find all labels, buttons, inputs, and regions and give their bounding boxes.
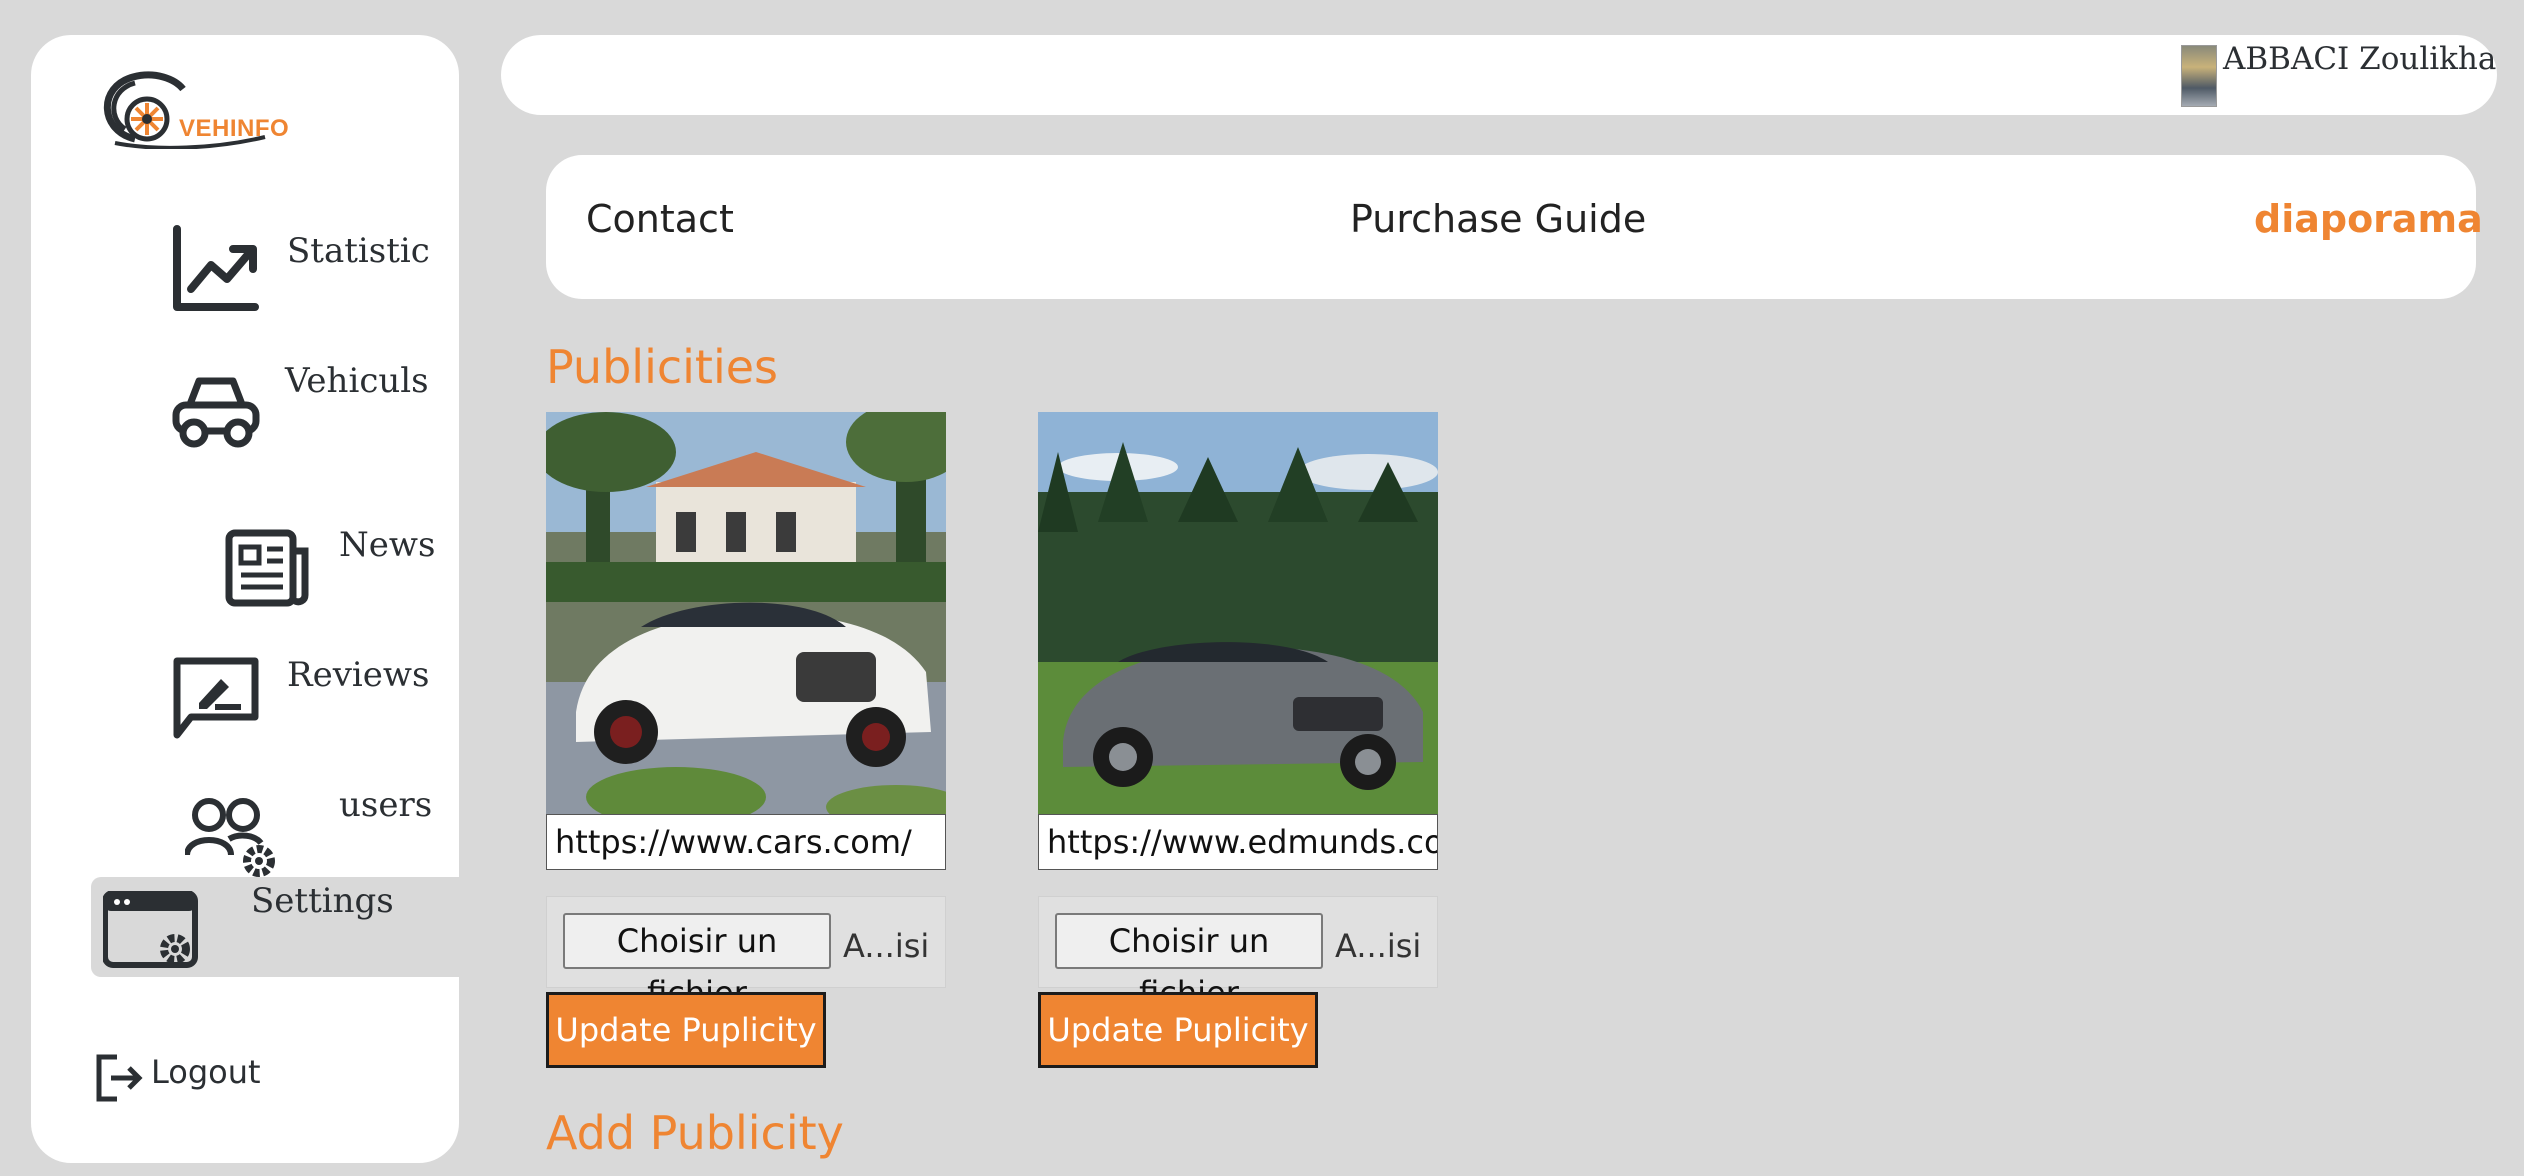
browser-settings-icon bbox=[103, 891, 198, 968]
avatar[interactable] bbox=[2181, 45, 2217, 107]
sidebar-item-label: Vehiculs bbox=[285, 361, 429, 401]
sidebar: VEHINFO Statistic Vehiculs News Reviews … bbox=[31, 35, 459, 1163]
chart-line-icon bbox=[173, 225, 259, 311]
sidebar-item-settings[interactable]: Settings bbox=[91, 877, 459, 977]
logout-icon bbox=[96, 1054, 143, 1102]
white-suv-photo bbox=[546, 412, 946, 814]
ad-card: https://www.cars.com/ Choisir un fichier… bbox=[546, 412, 948, 1068]
choose-file-button[interactable]: Choisir un fichier bbox=[563, 913, 831, 1012]
sidebar-item-statistic[interactable]: Statistic bbox=[171, 225, 431, 335]
update-publicity-button[interactable]: Update Puplicity bbox=[1038, 992, 1318, 1068]
vehinfo-logo[interactable]: VEHINFO bbox=[95, 59, 295, 150]
tab-contact[interactable]: Contact bbox=[586, 197, 734, 241]
sidebar-item-label: Settings bbox=[251, 881, 394, 921]
sidebar-item-label: Statistic bbox=[287, 231, 430, 271]
update-publicity-button[interactable]: Update Puplicity bbox=[546, 992, 826, 1068]
ad-url-input[interactable]: https://www.edmunds.com/ bbox=[1038, 814, 1438, 870]
file-name: A...isi bbox=[1335, 927, 1422, 965]
ad-image bbox=[546, 412, 946, 814]
sidebar-item-news[interactable]: News bbox=[171, 485, 435, 607]
ad-card: https://www.edmunds.com/ Choisir un fich… bbox=[1038, 412, 1440, 1068]
car-icon bbox=[172, 377, 260, 448]
brand-name: VEHINFO bbox=[179, 115, 290, 142]
sidebar-item-label: News bbox=[339, 525, 436, 565]
ad-url-input[interactable]: https://www.cars.com/ bbox=[546, 814, 946, 870]
top-bar: ABBACI Zoulikha bbox=[501, 35, 2497, 115]
choose-file-button[interactable]: Choisir un fichier bbox=[1055, 913, 1323, 1012]
sidebar-item-users[interactable]: users bbox=[171, 745, 433, 877]
sidebar-item-label: users bbox=[339, 785, 433, 825]
newspaper-icon bbox=[225, 529, 309, 607]
ad-image bbox=[1038, 412, 1438, 814]
grey-suv-photo bbox=[1038, 412, 1438, 814]
tabs-bar: Contact Purchase Guide diaporama bbox=[546, 155, 2483, 299]
sidebar-item-label: Reviews bbox=[287, 655, 430, 695]
sidebar-item-reviews[interactable]: Reviews bbox=[171, 615, 431, 739]
tab-purchase-guide[interactable]: Purchase Guide bbox=[1350, 197, 1646, 241]
sidebar-item-vehiculs[interactable]: Vehiculs bbox=[171, 355, 431, 465]
users-settings-icon bbox=[185, 798, 275, 877]
publicities-title: Publicities bbox=[546, 340, 778, 394]
file-name: A...isi bbox=[843, 927, 930, 965]
logout-button[interactable]: Logout bbox=[95, 1045, 355, 1115]
file-input: Choisir un fichier A...isi bbox=[1038, 896, 1438, 1012]
add-publicity-title: Add Publicity bbox=[546, 1106, 844, 1160]
review-edit-icon bbox=[173, 657, 259, 739]
tab-diaporama[interactable]: diaporama bbox=[2254, 197, 2483, 241]
username[interactable]: ABBACI Zoulikha bbox=[2223, 41, 2496, 77]
file-input: Choisir un fichier A...isi bbox=[546, 896, 946, 1012]
logout-label: Logout bbox=[151, 1053, 261, 1091]
